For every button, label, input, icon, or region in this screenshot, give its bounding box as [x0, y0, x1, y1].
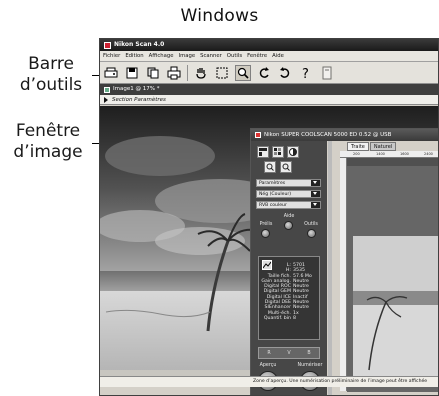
color-space-value: RVB couleur: [259, 203, 287, 208]
main-toolbar: ?: [100, 62, 438, 84]
dropdown-arrow-icon: [311, 191, 320, 197]
panel-zoom-in-icon[interactable]: [264, 161, 276, 173]
menubar: Fichier Edition Affichage Image Scanner …: [100, 51, 438, 62]
menu-image[interactable]: Image: [179, 51, 196, 61]
image-window-title: Image1 @ 17% *: [113, 86, 160, 92]
zoom-icon[interactable]: [235, 64, 251, 81]
ruler-label: 200: [353, 152, 360, 156]
status-bar: Zone d’aperçu. Une numérisation prélimin…: [100, 376, 438, 387]
rgb-channel-bar: R V B: [258, 347, 320, 359]
app-logo-icon: [104, 41, 111, 49]
layout-icon[interactable]: [257, 146, 269, 158]
menu-scanner[interactable]: Scanner: [200, 51, 222, 61]
ruler-label: 1400: [376, 152, 385, 156]
scanner-app-icon: [255, 132, 261, 138]
left-ruler: [340, 158, 347, 391]
grid-icon[interactable]: [272, 146, 284, 158]
app-titlebar: Nikon Scan 4.0: [100, 39, 438, 51]
channel-v[interactable]: V: [287, 351, 290, 356]
scanner-title: Nikon SUPER COOLSCAN 5000 ED 0.52 @ USB: [264, 132, 392, 138]
preview-area[interactable]: [340, 151, 438, 392]
numeriser-label: Numériser: [297, 363, 323, 368]
outils-knob[interactable]: [307, 229, 316, 238]
film-type-dropdown[interactable]: Nég (Couleur): [256, 190, 321, 198]
tab-naturel[interactable]: Naturel: [369, 142, 397, 151]
apercu-label: Aperçu: [259, 363, 277, 368]
image-callout-line1: Fenêtre: [15, 121, 81, 141]
info-key: Quantif. bin: [263, 315, 291, 321]
app-window: Nikon Scan 4.0 Fichier Edition Affichage…: [99, 38, 439, 396]
section-label: Section Paramètres: [112, 96, 166, 103]
copy-icon[interactable]: [145, 65, 161, 81]
tab-traite[interactable]: Traite: [347, 142, 369, 151]
image-window-callout: Fenêtre d’image: [2, 121, 94, 163]
image-callout-line2: d’image: [13, 142, 83, 162]
scanner-titlebar: Nikon SUPER COOLSCAN 5000 ED 0.52 @ USB: [251, 129, 438, 141]
menu-fenetre[interactable]: Fenêtre: [247, 51, 267, 61]
menu-fichier[interactable]: Fichier: [103, 51, 120, 61]
panel-zoom-out-icon[interactable]: [280, 161, 292, 173]
info-rows: L: 5701 H: 3535 Taille fich. 57.6 Mo Gain a…: [259, 263, 319, 321]
document-icon[interactable]: [319, 65, 335, 81]
toolbar-callout-line1: Barre: [28, 54, 74, 74]
color-space-dropdown[interactable]: RVB couleur: [256, 201, 321, 209]
expand-triangle-icon[interactable]: [104, 96, 108, 103]
save-icon[interactable]: [124, 65, 140, 81]
dropdown-arrow-icon: [311, 180, 320, 186]
crop-icon[interactable]: [214, 65, 230, 81]
menu-edition[interactable]: Edition: [125, 51, 143, 61]
contrast-icon[interactable]: [287, 146, 299, 158]
ruler-label: 1600: [400, 152, 409, 156]
rotate-left-icon[interactable]: [256, 65, 272, 81]
dropdown-arrow-icon: [311, 202, 320, 208]
info-value: 8: [293, 315, 296, 321]
rotate-right-icon[interactable]: [277, 65, 293, 81]
hand-icon[interactable]: [193, 65, 209, 81]
section-parametres-bar[interactable]: Section Paramètres: [100, 95, 438, 105]
preview-tabs: Traite Naturel: [347, 142, 397, 151]
svg-text:?: ?: [302, 67, 309, 80]
menu-aide[interactable]: Aide: [272, 51, 284, 61]
settings-panel: Paramètres Nég (Couleur) RVB couleur Aid…: [251, 141, 327, 395]
prelis-knob[interactable]: [261, 229, 270, 238]
print-icon[interactable]: [166, 65, 182, 81]
toolbar-callout: Barre d’outils: [6, 54, 96, 96]
scan-icon[interactable]: [103, 65, 119, 81]
outils-label: Outils: [304, 222, 318, 227]
parameters-dropdown-value: Paramètres: [259, 181, 286, 186]
image-doc-icon: [104, 86, 110, 93]
image-window-titlebar: Image1 @ 17% *: [100, 84, 438, 95]
channel-r[interactable]: R: [267, 351, 270, 356]
parameters-dropdown[interactable]: Paramètres: [256, 179, 321, 187]
toolbar-separator: [187, 64, 188, 81]
aide-knob[interactable]: [284, 221, 293, 230]
channel-b[interactable]: B: [307, 351, 310, 356]
help-icon[interactable]: ?: [298, 65, 314, 81]
app-title: Nikon Scan 4.0: [114, 41, 165, 48]
menu-outils[interactable]: Outils: [227, 51, 242, 61]
toolbar-callout-line2: d’outils: [19, 75, 83, 95]
scan-info-box: L: 5701 H: 3535 Taille fich. 57.6 Mo Gain a…: [258, 256, 320, 340]
panel-scrollbar[interactable]: [328, 141, 332, 395]
preview-thumbnail: [347, 166, 438, 392]
scanner-window: Nikon SUPER COOLSCAN 5000 ED 0.52 @ USB …: [250, 128, 438, 395]
top-ruler: 200 1400 1600 2400: [340, 151, 438, 158]
info-row-bit-depth: Quantif. bin 8: [259, 316, 319, 321]
prelis-label: Prélis: [259, 222, 273, 227]
menu-affichage[interactable]: Affichage: [149, 51, 174, 61]
os-caption: Windows: [180, 6, 259, 26]
ruler-label: 2400: [424, 152, 433, 156]
aide-label: Aide: [283, 214, 295, 219]
film-type-value: Nég (Couleur): [259, 192, 292, 197]
